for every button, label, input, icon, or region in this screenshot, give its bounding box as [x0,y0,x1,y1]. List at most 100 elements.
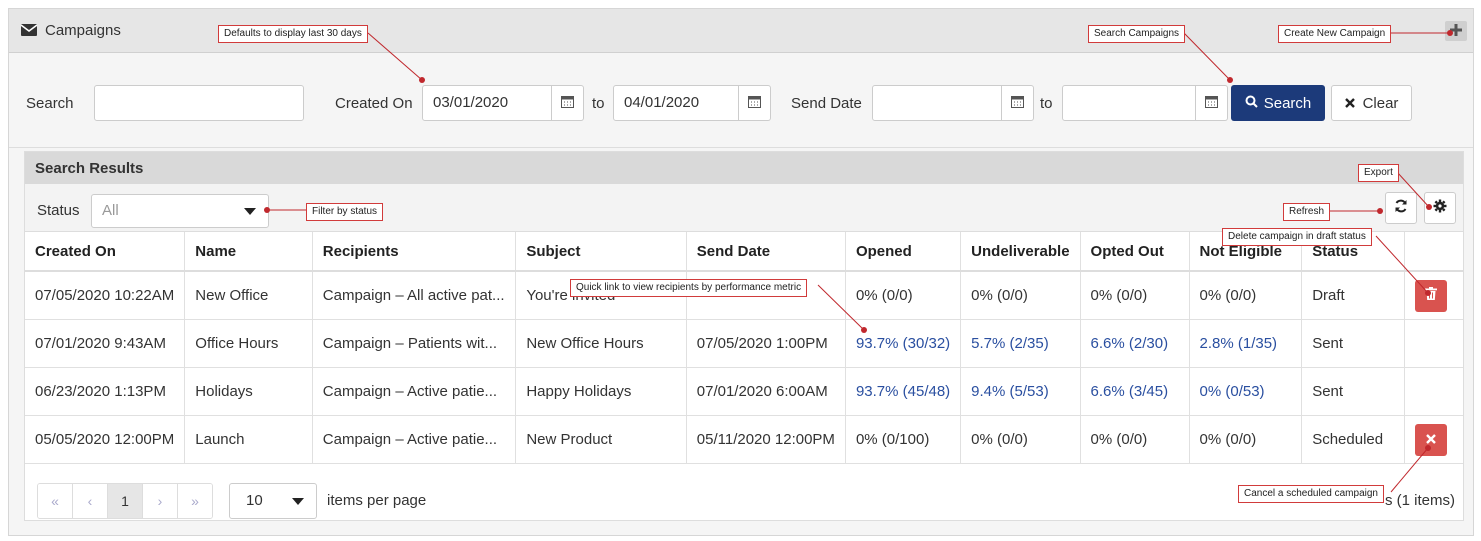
next-page-button[interactable]: › [143,484,178,518]
items-count: s (1 items) [1384,492,1455,509]
cell-recipients: Campaign – All active pat... [312,271,517,320]
callout-dot [1377,208,1383,214]
campaigns-table: Created On Name Recipients Subject Send … [25,232,1463,464]
pagination: « ‹ 1 › » [37,483,213,519]
created-to-calendar-button[interactable] [739,85,771,121]
search-button-label: Search [1263,94,1312,112]
close-icon [1344,95,1355,112]
cell-subject: New Office Hours [515,319,687,368]
callout-dot [1447,30,1453,36]
refresh-button[interactable] [1385,192,1417,224]
cell-status: Scheduled [1301,415,1405,464]
column-header[interactable]: Opted Out [1080,232,1190,272]
callout-search-campaigns: Search Campaigns [1088,25,1186,43]
callout-dot [1425,445,1431,451]
send-from-calendar-button[interactable] [1002,85,1034,121]
clear-button-label: Clear [1362,94,1399,112]
cancel-campaign-button[interactable] [1415,423,1447,456]
first-page-button[interactable]: « [38,484,73,518]
table-row: 05/05/2020 12:00PM Launch Campaign – Act… [25,415,1463,464]
status-filter-select[interactable]: All [91,194,269,228]
send-date-label: Send Date [791,95,862,112]
cell-name: Office Hours [184,319,313,368]
refresh-icon [1394,199,1408,217]
last-page-button[interactable]: » [178,484,212,518]
callout-defaults: Defaults to display last 30 days [218,25,368,43]
caret-down-icon [292,498,304,505]
search-filters: Search Created On 03/01/2020 to 04/01/20… [9,53,1473,148]
cell-created-on: 07/05/2020 10:22AM [25,271,186,320]
send-from-input[interactable] [872,85,1002,121]
callout-dot [1227,77,1233,83]
cell-status: Sent [1301,319,1405,368]
column-header[interactable]: Undeliverable [960,232,1081,272]
cell-status: Sent [1301,367,1405,416]
callout-create-new: Create New Campaign [1278,25,1392,43]
column-header[interactable]: Name [184,232,313,272]
callout-filter-status: Filter by status [306,203,384,221]
callout-dot [1426,204,1432,210]
cell-created-on: 06/23/2020 1:13PM [25,367,186,416]
cell-subject: Happy Holidays [515,367,687,416]
callout-quick-link: Quick link to view recipients by perform… [570,279,808,297]
cell-name: New Office [184,271,313,320]
status-label: Status [37,202,80,219]
column-header-actions [1404,232,1463,272]
created-from-calendar-button[interactable] [552,85,584,121]
cell-actions [1404,319,1463,368]
clear-button[interactable]: Clear [1331,85,1412,121]
calendar-icon [1205,95,1218,112]
cell-created-on: 05/05/2020 12:00PM [25,415,186,464]
search-results-header: Search Results [25,152,1463,184]
send-to-input[interactable] [1062,85,1196,121]
cell-send-date: 05/11/2020 12:00PM [686,415,846,464]
cell-recipients: Campaign – Patients wit... [312,319,517,368]
callout-refresh: Refresh [1283,203,1331,221]
results-toolbar: Status All [25,184,1463,232]
to-label: to [592,95,605,112]
callout-cancel-scheduled: Cancel a scheduled campaign [1238,485,1384,503]
cell-opted-out: 0% (0/0) [1080,271,1190,320]
cell-opened: 0% (0/0) [845,271,962,320]
undeliverable-metric-link[interactable]: 5.7% (2/35) [960,319,1081,368]
cell-opened: 0% (0/100) [845,415,962,464]
send-to-calendar-button[interactable] [1196,85,1228,121]
opened-metric-link[interactable]: 93.7% (45/48) [845,367,962,416]
items-per-page-select[interactable]: 10 [229,483,317,519]
not-eligible-metric-link[interactable]: 2.8% (1/35) [1189,319,1303,368]
opted-out-metric-link[interactable]: 6.6% (2/30) [1080,319,1190,368]
search-results-panel: Search Results Status All Created On Nam… [24,151,1464,521]
cell-name: Holidays [184,367,313,416]
calendar-icon [1011,95,1024,112]
table-row: 07/01/2020 9:43AM Office Hours Campaign … [25,319,1463,368]
column-header[interactable]: Created On [25,232,186,272]
column-header[interactable]: Recipients [312,232,517,272]
prev-page-button[interactable]: ‹ [73,484,108,518]
search-label: Search [26,95,74,112]
items-per-page-label: items per page [327,492,427,509]
column-header[interactable]: Subject [515,232,687,272]
items-per-page-value: 10 [246,492,263,509]
column-header[interactable]: Opened [845,232,962,272]
calendar-icon [748,95,761,112]
callout-dot [1425,290,1431,296]
column-header[interactable]: Send Date [686,232,846,272]
page-1-button[interactable]: 1 [108,484,143,518]
status-filter-value: All [102,202,119,219]
cell-undeliverable: 0% (0/0) [960,415,1081,464]
cell-status: Draft [1301,271,1405,320]
callout-dot [419,77,425,83]
created-to-input[interactable]: 04/01/2020 [613,85,739,121]
search-input[interactable] [94,85,304,121]
search-button[interactable]: Search [1231,85,1325,121]
cell-actions [1404,367,1463,416]
delete-campaign-button[interactable] [1415,279,1447,312]
opted-out-metric-link[interactable]: 6.6% (3/45) [1080,367,1190,416]
cell-send-date: 07/01/2020 6:00AM [686,367,846,416]
undeliverable-metric-link[interactable]: 9.4% (5/53) [960,367,1081,416]
created-from-input[interactable]: 03/01/2020 [422,85,552,121]
not-eligible-metric-link[interactable]: 0% (0/53) [1189,367,1303,416]
table-row: 06/23/2020 1:13PM Holidays Campaign – Ac… [25,367,1463,416]
calendar-icon [561,95,574,112]
search-results-title: Search Results [35,160,144,177]
